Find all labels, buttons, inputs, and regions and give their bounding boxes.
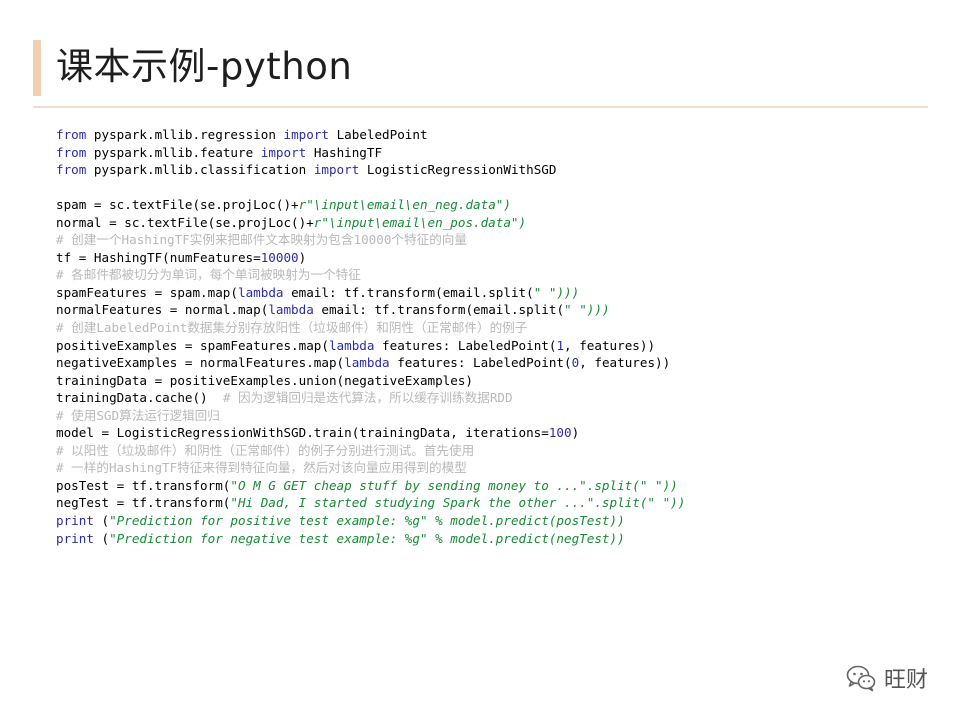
code-keyword: import [283,127,329,142]
code-line: # 以阳性（垃圾邮件）和阴性（正常邮件）的例子分别进行测试。首先使用 [56,442,685,460]
watermark: 旺财 [846,662,928,694]
code-line: negativeExamples = normalFeatures.map(la… [56,354,685,372]
code-line: print ("Prediction for positive test exa… [56,512,685,530]
code-line: positiveExamples = spamFeatures.map(lamb… [56,337,685,355]
code-string: "Hi Dad, I started studying Spark the ot… [230,495,686,511]
code-comment: # 使用SGD算法运行逻辑回归 [56,407,220,423]
code-number: 10000 [260,249,299,265]
code-comment: # 因为逻辑回归是迭代算法，所以缓存训练数据RDD [222,390,513,406]
code-number: 1 [556,337,565,353]
code-comment: # 创建LabeledPoint数据集分别存放阳性（垃圾邮件）和阴性（正常邮件）… [56,320,528,336]
code-text: , features)) [579,355,671,371]
code-text: ) [571,425,580,441]
code-block: from pyspark.mllib.regression import Lab… [56,126,685,547]
code-text: spamFeatures = spam.map( [56,284,238,300]
code-text: negTest = tf.transform( [56,495,231,511]
code-keyword: lambda [237,284,284,300]
code-keyword: print [56,530,94,546]
code-text: HashingTF [306,144,383,160]
code-keyword: from [56,162,87,178]
code-line: trainingData = positiveExamples.union(ne… [56,372,685,390]
code-line: trainingData.cache() # 因为逻辑回归是迭代算法，所以缓存训… [56,389,685,407]
code-text: email: tf.transform(email.split( [283,284,534,300]
title-accent-bar [33,40,41,96]
code-comment: # 创建一个HashingTF实例来把邮件文本映射为包含10000个特征的向量 [56,232,467,248]
code-line: from pyspark.mllib.feature import Hashin… [56,144,685,162]
code-line: from pyspark.mllib.classification import… [56,161,685,179]
title-divider [33,106,928,108]
code-keyword: lambda [268,302,314,318]
code-text: normalFeatures = normal.map( [56,302,269,318]
code-line: normalFeatures = normal.map(lambda email… [56,301,685,319]
code-line: model = LogisticRegressionWithSGD.train(… [56,424,685,442]
code-line: from pyspark.mllib.regression import Lab… [56,126,685,144]
code-text: ( [93,513,110,529]
code-line: # 创建一个HashingTF实例来把邮件文本映射为包含10000个特征的向量 [56,231,685,249]
code-text: LabeledPoint [328,127,428,142]
code-string: r"\input\email\en_neg.data") [298,197,511,213]
code-string: "O M G GET cheap stuff by sending money … [230,477,678,493]
code-line: spamFeatures = spam.map(lambda email: tf… [56,284,685,302]
code-text: email: tf.transform(email.split( [313,302,565,318]
code-keyword: lambda [328,337,375,353]
code-line: # 一样的HashingTF特征来得到特征向量，然后对该向量应用得到的模型 [56,459,685,477]
code-keyword: import [260,144,307,160]
code-string: " "))) [533,284,580,300]
code-line: print ("Prediction for negative test exa… [56,530,685,548]
code-text: tf = HashingTF(numFeatures= [56,249,261,265]
code-comment: # 一样的HashingTF特征来得到特征向量，然后对该向量应用得到的模型 [56,460,467,476]
code-text: pyspark.mllib.regression [86,127,284,142]
code-text: LogisticRegressionWithSGD [359,162,557,178]
code-text: , features)) [564,337,656,353]
watermark-label: 旺财 [883,668,928,693]
code-string: "Prediction for positive test example: %… [109,513,625,529]
wechat-icon [846,665,876,692]
code-comment: # 各邮件都被切分为单词，每个单词被映射为一个特征 [56,267,361,283]
code-text: ) [298,249,307,265]
code-string: "Prediction for negative test example: %… [109,530,625,546]
code-text: normal = sc.textFile(se.projLoc()+ [56,214,314,230]
code-line: # 各邮件都被切分为单词，每个单词被映射为一个特征 [56,266,685,284]
code-number: 100 [548,425,572,441]
code-string: r"\input\email\en_pos.data") [313,214,527,230]
code-keyword: from [56,127,87,142]
code-keyword: import [313,162,360,178]
code-line: # 使用SGD算法运行逻辑回归 [56,407,685,425]
code-text: trainingData.cache() [56,390,223,406]
code-text: pyspark.mllib.classification [86,162,314,178]
code-text: spam = sc.textFile(se.projLoc()+ [56,197,299,213]
page-title: 课本示例-python [56,45,353,88]
code-comment: # 以阳性（垃圾邮件）和阴性（正常邮件）的例子分别进行测试。首先使用 [56,442,475,458]
code-text: posTest = tf.transform( [56,477,231,493]
code-text: ( [93,530,110,546]
code-line: # 创建LabeledPoint数据集分别存放阳性（垃圾邮件）和阴性（正常邮件）… [56,319,685,337]
code-keyword: from [56,144,87,160]
code-line: spam = sc.textFile(se.projLoc()+r"\input… [56,196,685,214]
code-line: tf = HashingTF(numFeatures=10000) [56,249,685,267]
code-text: features: LabeledPoint( [374,337,557,353]
code-text: model = LogisticRegressionWithSGD.train(… [56,425,549,441]
code-text: trainingData = positiveExamples.union(ne… [56,372,474,388]
code-line: normal = sc.textFile(se.projLoc()+r"\inp… [56,214,685,232]
code-line: posTest = tf.transform("O M G GET cheap … [56,477,685,495]
code-text: features: LabeledPoint( [389,355,572,371]
code-line: negTest = tf.transform("Hi Dad, I starte… [56,494,685,512]
code-text: negativeExamples = normalFeatures.map( [56,355,345,371]
code-text: pyspark.mllib.feature [86,144,261,160]
code-keyword: print [56,513,94,529]
code-keyword: lambda [344,355,390,371]
code-text: positiveExamples = spamFeatures.map( [56,337,329,353]
code-string: " "))) [564,302,610,318]
